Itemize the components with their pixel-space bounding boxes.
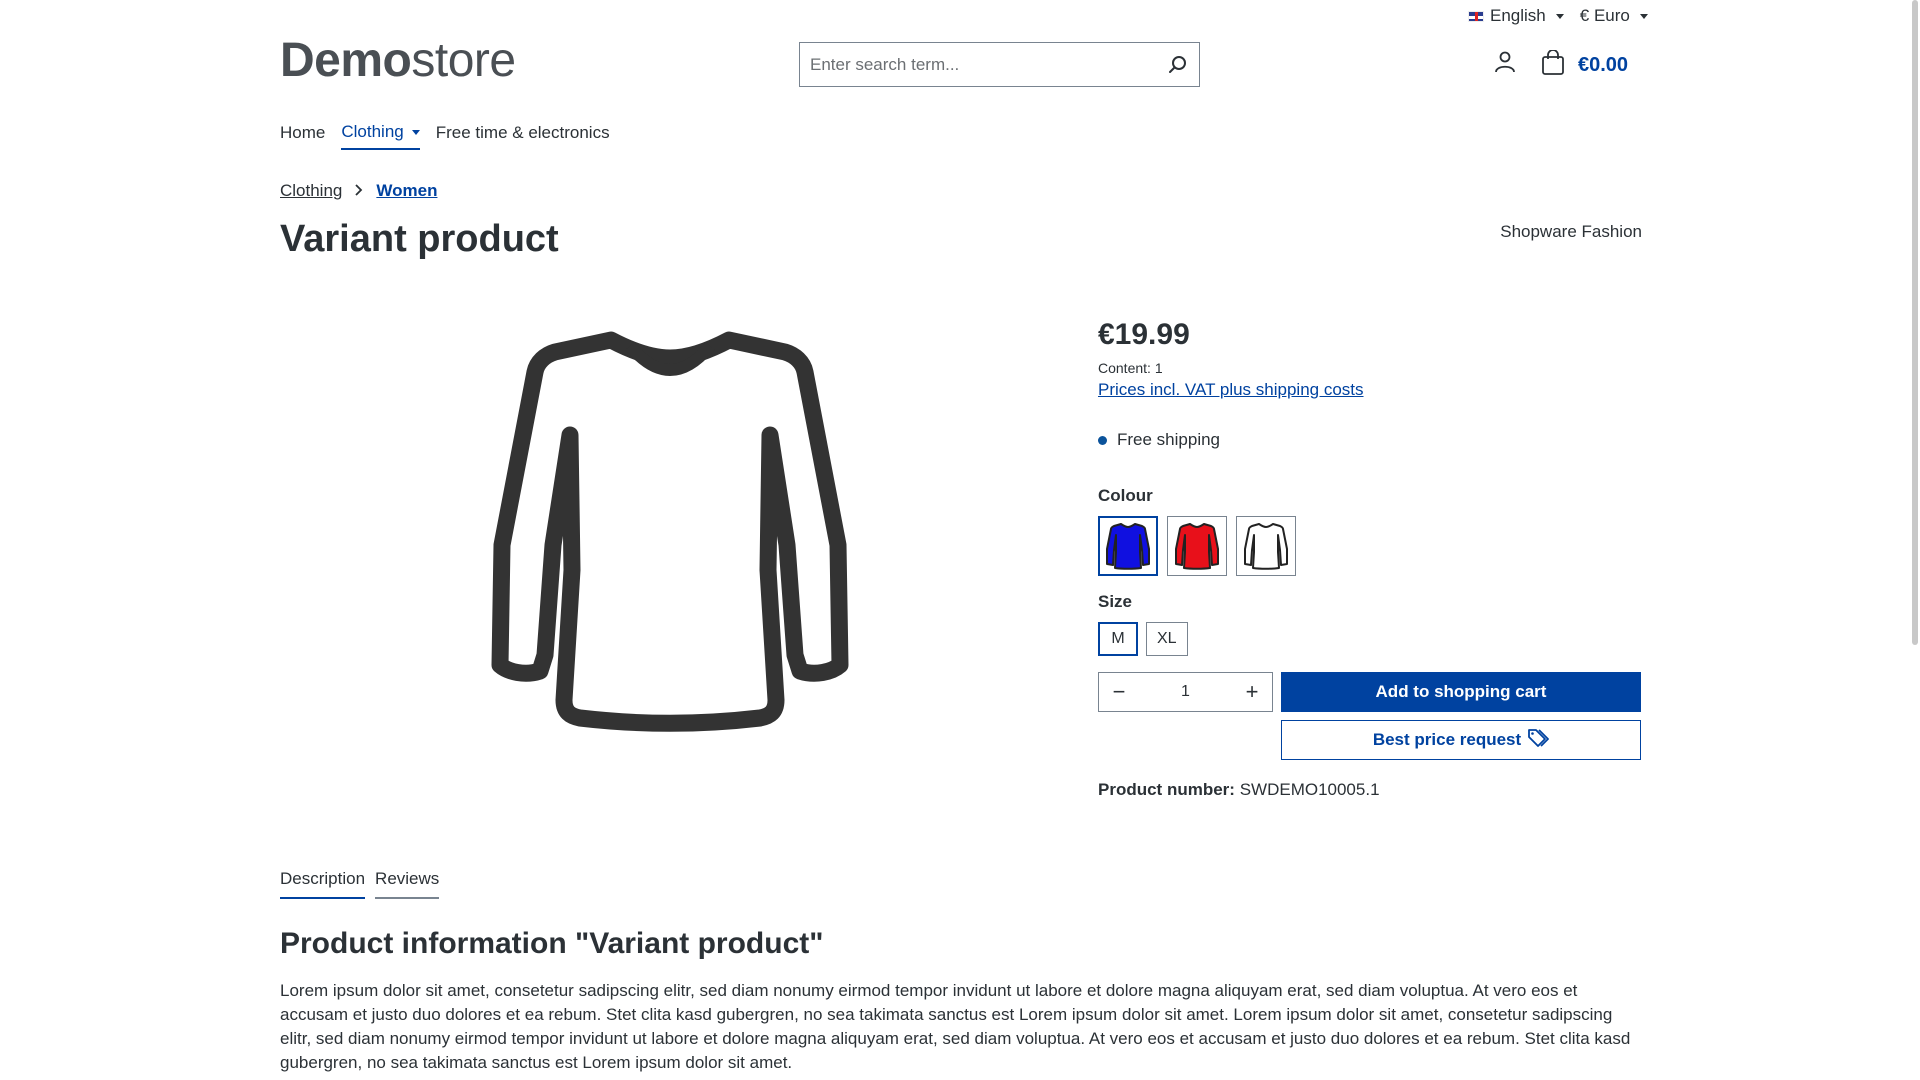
store-logo[interactable]: Demostore (280, 33, 516, 88)
breadcrumb: Clothing Women (280, 181, 437, 201)
chevron-down-icon (1555, 13, 1564, 19)
quantity-stepper: − 1 + (1098, 672, 1273, 712)
buy-row: − 1 + Add to shopping cart (1098, 672, 1643, 712)
page-title: Variant product (280, 218, 559, 260)
shipping-dot-icon (1098, 435, 1107, 445)
colour-option-white[interactable] (1236, 516, 1296, 576)
currency-dropdown[interactable]: € Euro (1580, 6, 1648, 26)
product-number: Product number: SWDEMO10005.1 (1098, 780, 1643, 800)
breadcrumb-clothing[interactable]: Clothing (280, 181, 342, 201)
size-label: Size (1098, 592, 1133, 611)
size-option-m[interactable]: M (1098, 622, 1138, 656)
nav-item-label: Clothing (341, 122, 404, 141)
shipping-info: Free shipping (1098, 430, 1643, 450)
tab-description[interactable]: Description (280, 869, 366, 899)
main-nav: Home Clothing Free time & electronics (280, 122, 610, 150)
product-number-value: SWDEMO10005.1 (1239, 780, 1380, 799)
colour-option-red[interactable] (1167, 516, 1227, 576)
cart-total: €0.00 (1578, 54, 1629, 76)
colour-options (1098, 516, 1643, 576)
top-bar: English € Euro (1468, 6, 1648, 26)
cart-button[interactable]: €0.00 (1540, 49, 1629, 81)
logo-light: store (411, 34, 516, 87)
shipping-label: Free shipping (1117, 430, 1221, 449)
content-info: Content: 1 (1098, 360, 1163, 376)
buy-box: €19.99 Content: 1 Prices incl. VAT plus … (1098, 318, 1643, 800)
manufacturer-link[interactable]: Shopware Fashion (1500, 222, 1642, 242)
product-image[interactable] (470, 320, 870, 740)
account-icon[interactable] (1493, 50, 1517, 74)
minus-icon[interactable]: − (1109, 681, 1129, 703)
product-number-label: Product number: (1098, 780, 1235, 799)
best-price-request-button[interactable]: Best price request (1281, 720, 1641, 760)
description-text: Lorem ipsum dolor sit amet, consetetur s… (280, 981, 1631, 1072)
description-title: Product information "Variant product" (280, 927, 824, 960)
product-tabs: Description Reviews (280, 869, 440, 899)
vat-shipping-link[interactable]: Prices incl. VAT plus shipping costs (1098, 380, 1364, 400)
tab-reviews[interactable]: Reviews (375, 869, 440, 899)
colour-label: Colour (1098, 486, 1153, 505)
best-price-label: Best price request (1372, 730, 1522, 749)
nav-item-clothing[interactable]: Clothing (341, 122, 420, 150)
price-tag-icon (1527, 728, 1550, 753)
search-icon[interactable] (1167, 54, 1189, 76)
add-to-cart-button[interactable]: Add to shopping cart (1281, 672, 1641, 712)
chevron-down-icon (1639, 13, 1648, 19)
cart-icon (1540, 49, 1566, 81)
uk-flag-icon (1468, 10, 1484, 22)
colour-option-blue[interactable] (1098, 516, 1158, 576)
language-dropdown[interactable]: English (1468, 6, 1564, 26)
search-input[interactable] (810, 54, 1167, 75)
language-label: English (1490, 6, 1546, 25)
quantity-input[interactable]: 1 (1181, 683, 1190, 701)
nav-item-free-time-electronics[interactable]: Free time & electronics (436, 122, 610, 150)
nav-item-home[interactable]: Home (280, 122, 325, 150)
scrollbar-thumb[interactable] (1912, 0, 1918, 645)
chevron-down-icon (411, 129, 420, 135)
size-options: M XL (1098, 622, 1643, 656)
size-option-xl[interactable]: XL (1146, 622, 1188, 656)
product-price: €19.99 (1098, 318, 1190, 351)
logo-bold: Demo (280, 34, 412, 87)
plus-icon[interactable]: + (1242, 681, 1262, 703)
currency-label: € Euro (1579, 6, 1630, 25)
scrollbar[interactable] (1910, 0, 1920, 1080)
chevron-right-icon (354, 183, 364, 199)
search-box (799, 42, 1200, 87)
breadcrumb-women[interactable]: Women (376, 181, 437, 201)
